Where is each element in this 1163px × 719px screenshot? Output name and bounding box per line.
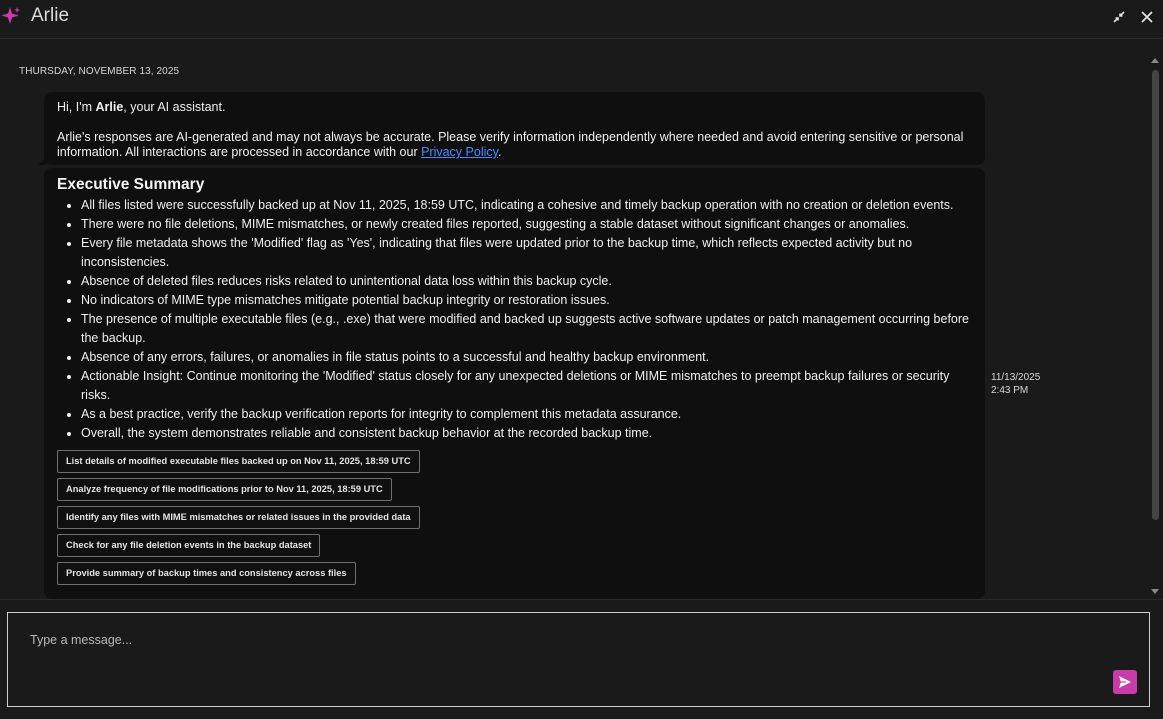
summary-bullet: Actionable Insight: Continue monitoring … bbox=[81, 367, 972, 405]
suggestion-button[interactable]: Provide summary of backup times and cons… bbox=[57, 562, 356, 585]
summary-bullet: Absence of deleted files reduces risks r… bbox=[81, 272, 972, 291]
chat-scrollbar[interactable] bbox=[1148, 54, 1162, 597]
scroll-down-arrow-icon[interactable] bbox=[1151, 589, 1159, 594]
suggestion-button[interactable]: Identify any files with MIME mismatches … bbox=[57, 506, 420, 529]
greeting-suffix: , your AI assistant. bbox=[123, 100, 226, 114]
suggestion-button[interactable]: Analyze frequency of file modifications … bbox=[57, 478, 392, 501]
date-separator: THURSDAY, NOVEMBER 13, 2025 bbox=[19, 66, 180, 77]
privacy-policy-link[interactable]: Privacy Policy bbox=[421, 145, 498, 159]
disclaimer-end: . bbox=[497, 145, 502, 159]
app-title: Arlie bbox=[31, 5, 70, 26]
chat-area[interactable]: THURSDAY, NOVEMBER 13, 2025 Hi, I'm Arli… bbox=[0, 40, 1163, 599]
scroll-thumb[interactable] bbox=[1152, 70, 1159, 520]
scroll-up-arrow-icon[interactable] bbox=[1151, 58, 1159, 63]
greeting-line: Hi, I'm Arlie, your AI assistant. bbox=[57, 100, 972, 116]
header-bar: Arlie bbox=[0, 0, 1163, 39]
message-timestamp: 11/13/2025 2:43 PM bbox=[991, 371, 1040, 397]
summary-list: All files listed were successfully backe… bbox=[57, 196, 972, 443]
sparkle-icon bbox=[1, 6, 21, 26]
close-icon[interactable] bbox=[1139, 9, 1155, 25]
composer-divider bbox=[0, 599, 1163, 600]
suggestion-button[interactable]: List details of modified executable file… bbox=[57, 450, 420, 473]
send-button[interactable] bbox=[1113, 670, 1137, 694]
minimize-icon[interactable] bbox=[1111, 9, 1127, 25]
disclaimer-body: Arlie's responses are AI-generated and m… bbox=[57, 129, 964, 160]
summary-bullet: The presence of multiple executable file… bbox=[81, 310, 972, 348]
welcome-message: Hi, I'm Arlie, your AI assistant. Arlie'… bbox=[38, 92, 985, 165]
timestamp-date: 11/13/2025 bbox=[991, 372, 1041, 383]
summary-bullet: No indicators of MIME type mismatches mi… bbox=[81, 291, 972, 310]
assistant-name: Arlie bbox=[95, 100, 124, 114]
summary-bullet: Every file metadata shows the 'Modified'… bbox=[81, 234, 972, 272]
summary-message: Executive Summary All files listed were … bbox=[44, 168, 985, 599]
message-input[interactable] bbox=[28, 629, 1092, 651]
suggestion-list: List details of modified executable file… bbox=[57, 450, 972, 585]
disclaimer-text: Arlie's responses are AI-generated and m… bbox=[57, 130, 972, 161]
suggestion-button[interactable]: Check for any file deletion events in th… bbox=[57, 534, 321, 557]
summary-bullet: Overall, the system demonstrates reliabl… bbox=[81, 424, 972, 443]
summary-bullet: There were no file deletions, MIME misma… bbox=[81, 215, 972, 234]
summary-bullet: All files listed were successfully backe… bbox=[81, 196, 972, 215]
summary-bullet: As a best practice, verify the backup ve… bbox=[81, 405, 972, 424]
greeting-prefix: Hi, I'm bbox=[57, 100, 96, 114]
message-composer[interactable] bbox=[7, 612, 1150, 707]
summary-title: Executive Summary bbox=[57, 176, 205, 193]
summary-bullet: Absence of any errors, failures, or anom… bbox=[81, 348, 972, 367]
timestamp-time: 2:43 PM bbox=[991, 385, 1029, 396]
